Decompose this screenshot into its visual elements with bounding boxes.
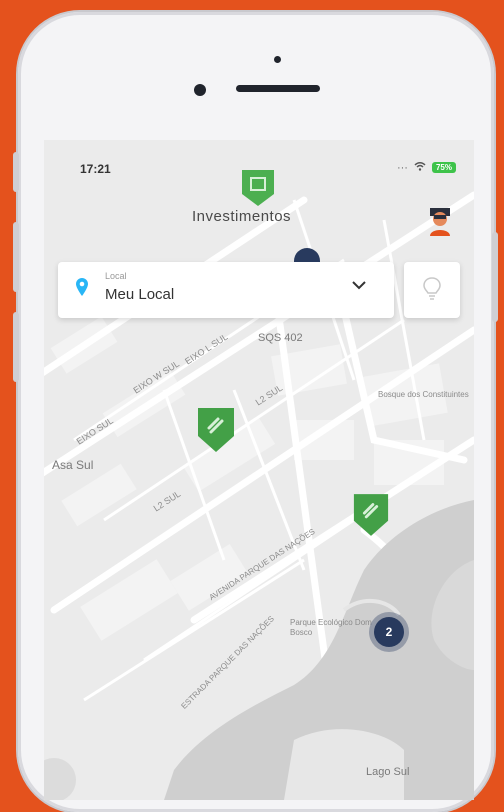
map-label-bosque: Bosque dos Constituintes <box>378 390 469 399</box>
front-camera <box>194 84 206 96</box>
signal-icon: ··· <box>396 161 408 174</box>
status-icons: ··· 75% <box>397 161 456 174</box>
lightbulb-icon <box>423 277 441 300</box>
battery-badge: 75% <box>431 162 456 173</box>
map-label-lago-sul: Lago Sul <box>366 766 410 778</box>
volume-down-button <box>13 312 19 382</box>
investment-marker[interactable] <box>352 492 390 538</box>
tips-button[interactable] <box>404 262 460 318</box>
proximity-sensor <box>274 56 281 63</box>
map-label-asa-sul: Asa Sul <box>52 458 94 472</box>
location-caption: Local <box>105 271 127 281</box>
location-pin-icon <box>76 278 88 296</box>
map-label-parque: Parque Ecológico Dom Bosco <box>290 618 372 637</box>
power-button <box>492 232 498 322</box>
app-screen: SQS 402 Asa Sul Bosque dos Constituintes… <box>44 140 474 800</box>
map-background[interactable] <box>44 140 474 800</box>
status-time: 17:21 <box>80 162 111 176</box>
page-title: Investimentos <box>192 208 292 225</box>
map-cluster-badge[interactable]: 2 <box>374 617 404 647</box>
volume-up-button <box>13 222 19 292</box>
chevron-down-icon[interactable] <box>352 280 366 290</box>
avatar[interactable] <box>426 204 454 236</box>
wifi-icon <box>414 161 426 174</box>
mute-switch <box>13 152 19 192</box>
map-label-sqs: SQS 402 <box>258 332 303 344</box>
location-value: Meu Local <box>105 286 175 303</box>
investment-shield-icon <box>242 170 274 206</box>
investment-marker[interactable] <box>196 406 236 454</box>
location-selector[interactable]: Local Meu Local <box>58 262 394 318</box>
earpiece-speaker <box>236 85 320 92</box>
